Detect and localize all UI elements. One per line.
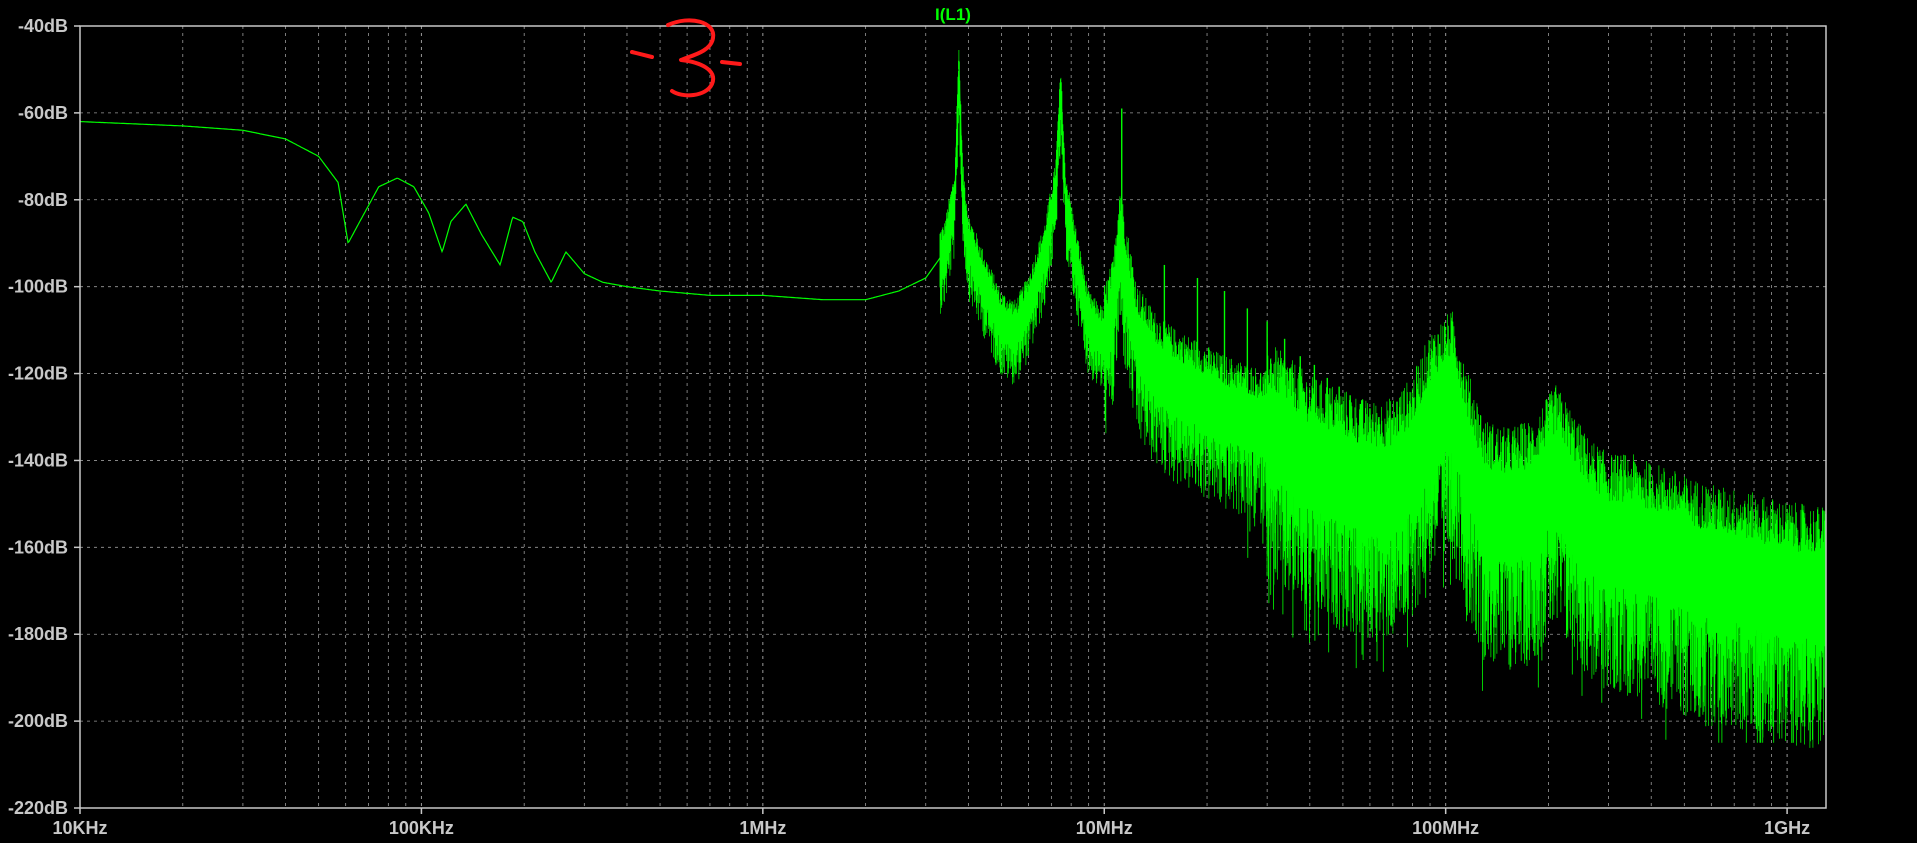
y-tick-label: -180dB bbox=[8, 624, 68, 644]
y-tick-label: -120dB bbox=[8, 364, 68, 384]
y-tick-label: -100dB bbox=[8, 277, 68, 297]
y-tick-label: -60dB bbox=[18, 103, 68, 123]
plot-background bbox=[0, 0, 1917, 843]
y-tick-label: -200dB bbox=[8, 711, 68, 731]
x-tick-label: 1GHz bbox=[1764, 818, 1810, 838]
annotation-dash-right bbox=[720, 60, 742, 66]
bode-plot: -40dB -60dB -80dB -100dB -120dB -140dB -160dB -… bbox=[0, 0, 1917, 843]
x-tick-label: 100MHz bbox=[1412, 818, 1479, 838]
y-tick-label: -220dB bbox=[8, 798, 68, 818]
x-tick-label: 10KHz bbox=[52, 818, 107, 838]
y-tick-label: -140dB bbox=[8, 450, 68, 470]
y-tick-label: -160dB bbox=[8, 537, 68, 557]
x-tick-label: 100KHz bbox=[389, 818, 454, 838]
trace-title[interactable]: I(L1) bbox=[935, 5, 971, 24]
y-tick-label: -80dB bbox=[18, 190, 68, 210]
y-tick-label: -40dB bbox=[18, 16, 68, 36]
x-tick-label: 1MHz bbox=[739, 818, 786, 838]
x-tick-label: 10MHz bbox=[1076, 818, 1133, 838]
